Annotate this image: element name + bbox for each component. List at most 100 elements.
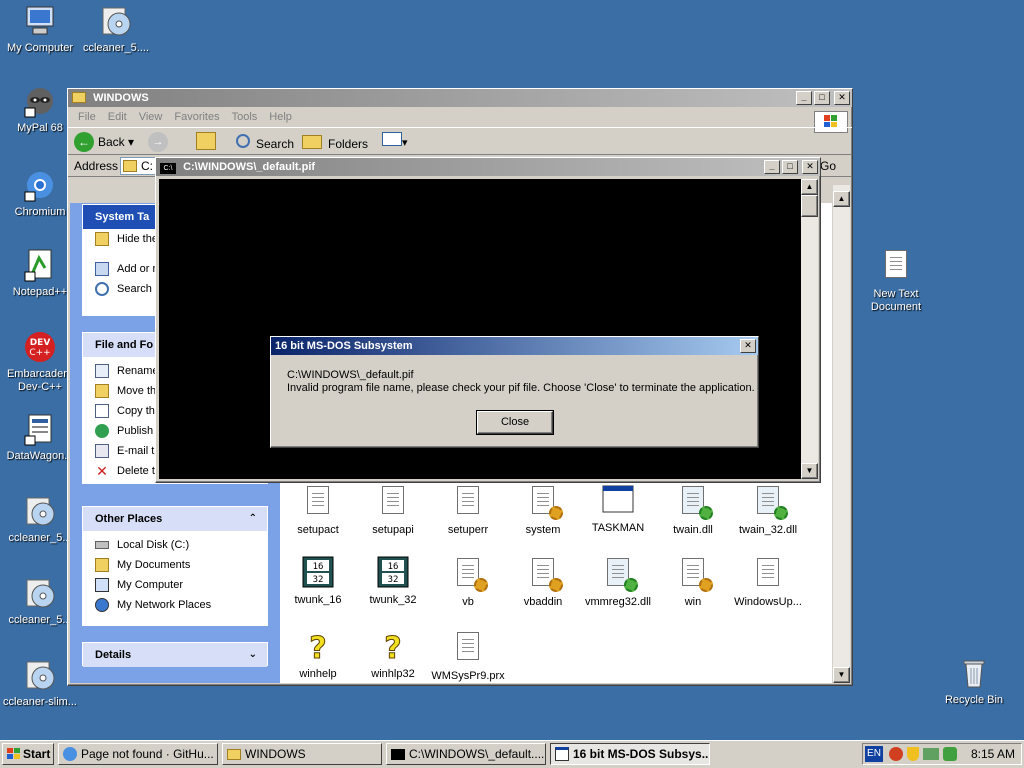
back-button[interactable]: ← Back ▾ [74,131,134,153]
system-tasks-title: System Ta [95,211,150,223]
maximize-button[interactable]: □ [782,160,798,174]
settings-file-icon [527,486,563,520]
file-label: WMSysPr9.prx [431,670,505,682]
task-console[interactable]: C:\WINDOWS\_default.... [386,743,546,765]
recycle-bin-icon [957,656,991,690]
menu-tools[interactable]: Tools [226,111,264,123]
menu-view[interactable]: View [133,111,169,123]
start-button[interactable]: Start [2,743,54,765]
file-item[interactable]: win [653,556,733,608]
task-browser[interactable]: Page not found · GitHu... [58,743,218,765]
place-my-computer[interactable]: My Computer [83,575,267,595]
update-tray-icon[interactable] [943,747,957,761]
minimize-button[interactable]: _ [764,160,780,174]
menu-edit[interactable]: Edit [102,111,133,123]
file-item[interactable]: WindowsUp... [728,556,808,608]
prx-file-icon [452,632,484,664]
desktop-icon-recycle-bin[interactable]: Recycle Bin [934,656,1014,707]
security-shield-icon[interactable] [907,747,919,761]
scroll-thumb[interactable] [801,195,818,217]
minimize-button[interactable]: _ [796,91,812,105]
file-item[interactable]: WMSysPr9.prx [428,630,508,682]
up-folder-icon[interactable] [196,132,216,150]
language-indicator[interactable]: EN [865,746,883,762]
maximize-button[interactable]: □ [814,91,830,105]
task-windows-folder[interactable]: WINDOWS [222,743,382,765]
task-label: Rename [117,365,159,377]
file-item[interactable]: ? winhlp32 [353,630,433,681]
details-header[interactable]: Details ⌄ [83,643,267,667]
menu-file[interactable]: File [72,111,102,123]
text-file-icon [452,486,484,518]
file-item[interactable]: system [503,484,583,536]
add-remove-icon [95,262,109,276]
search-button[interactable]: Search [236,131,294,153]
place-my-network[interactable]: My Network Places [83,595,267,615]
msdos-error-dialog[interactable]: 16 bit MS-DOS Subsystem ✕ C:\WINDOWS\_de… [270,336,759,448]
clock[interactable]: 8:15 AM [971,747,1015,761]
chromium-icon [63,747,77,761]
place-local-disk[interactable]: Local Disk (C:) [83,535,267,555]
forward-button[interactable]: → [148,132,168,152]
dialog-titlebar[interactable]: 16 bit MS-DOS Subsystem ✕ [271,337,758,355]
explorer-titlebar[interactable]: WINDOWS _ □ ✕ [68,89,852,107]
console-scrollbar[interactable]: ▲ ▼ [801,179,818,479]
file-item[interactable]: setupact [278,484,358,536]
file-item[interactable]: setupapi [353,484,433,536]
hide-folder-icon [95,232,109,246]
menu-help[interactable]: Help [263,111,298,123]
scroll-up-button[interactable]: ▲ [833,191,850,207]
title-buttons: ✕ [740,339,756,353]
expand-icon[interactable]: ⌄ [249,643,257,667]
file-tasks-title: File and Fo [95,339,154,351]
ccleaner-tray-icon[interactable] [889,747,903,761]
network-tray-icon[interactable] [923,748,939,760]
file-item[interactable]: twain_32.dll [728,484,808,536]
file-item[interactable]: 16 32 twunk_16 [278,556,358,606]
file-item[interactable]: ? winhelp [278,630,358,681]
file-item[interactable]: vb [428,556,508,608]
file-list-scrollbar[interactable]: ▲ ▼ [832,185,850,683]
folders-button[interactable]: Folders [302,131,368,153]
dos-app-icon: 16 32 [377,556,409,588]
file-item[interactable]: TASKMAN [578,484,658,534]
file-item[interactable]: twain.dll [653,484,733,536]
views-button[interactable]: ▾ [382,132,412,150]
close-button[interactable]: ✕ [740,339,756,353]
scroll-up-button[interactable]: ▲ [801,179,818,195]
scroll-down-button[interactable]: ▼ [801,463,818,479]
dialog-close-button[interactable]: Close [476,410,554,435]
file-item[interactable]: vbaddin [503,556,583,608]
dll-file-icon [602,558,638,592]
desktop-icon-new-text-document[interactable]: New Text Document [856,248,936,314]
file-label: setupact [297,524,339,536]
desktop-icon-label: New Text Document [870,288,922,313]
task-msdos-dialog[interactable]: 16 bit MS-DOS Subsys... [550,743,710,765]
installer-disc-icon [23,576,57,610]
svg-text:?: ? [384,631,401,662]
file-label: setuperr [447,524,489,536]
go-button[interactable]: Go [820,159,836,173]
close-button[interactable]: ✕ [834,91,850,105]
file-item[interactable]: setuperr [428,484,508,536]
menu-favorites[interactable]: Favorites [168,111,225,123]
application-window-icon [555,747,569,761]
taskbar: Start Page not found · GitHu... WINDOWS … [0,740,1024,768]
other-places-header[interactable]: Other Places ⌃ [83,507,267,531]
console-titlebar[interactable]: C:\ C:\WINDOWS\_default.pif _ □ ✕ [156,158,820,176]
collapse-icon[interactable]: ⌃ [249,507,257,531]
desktop-icon-ccleaner-1[interactable]: ccleaner_5.... [76,4,156,55]
desktop-icon-my-computer[interactable]: My Computer [0,4,80,55]
file-item[interactable]: vmmreg32.dll [578,556,658,608]
close-button[interactable]: ✕ [802,160,818,174]
place-my-documents[interactable]: My Documents [83,555,267,575]
task-label: Publish [117,425,154,437]
application-window-icon [602,484,634,516]
system-tray: EN 8:15 AM [862,743,1022,765]
scroll-down-button[interactable]: ▼ [833,667,850,683]
file-item[interactable]: 16 32 twunk_32 [353,556,433,606]
file-label: vmmreg32.dll [584,596,652,608]
file-label: WindowsUp... [734,596,802,608]
address-label: Address [74,159,119,173]
file-label: twunk_16 [294,594,342,606]
